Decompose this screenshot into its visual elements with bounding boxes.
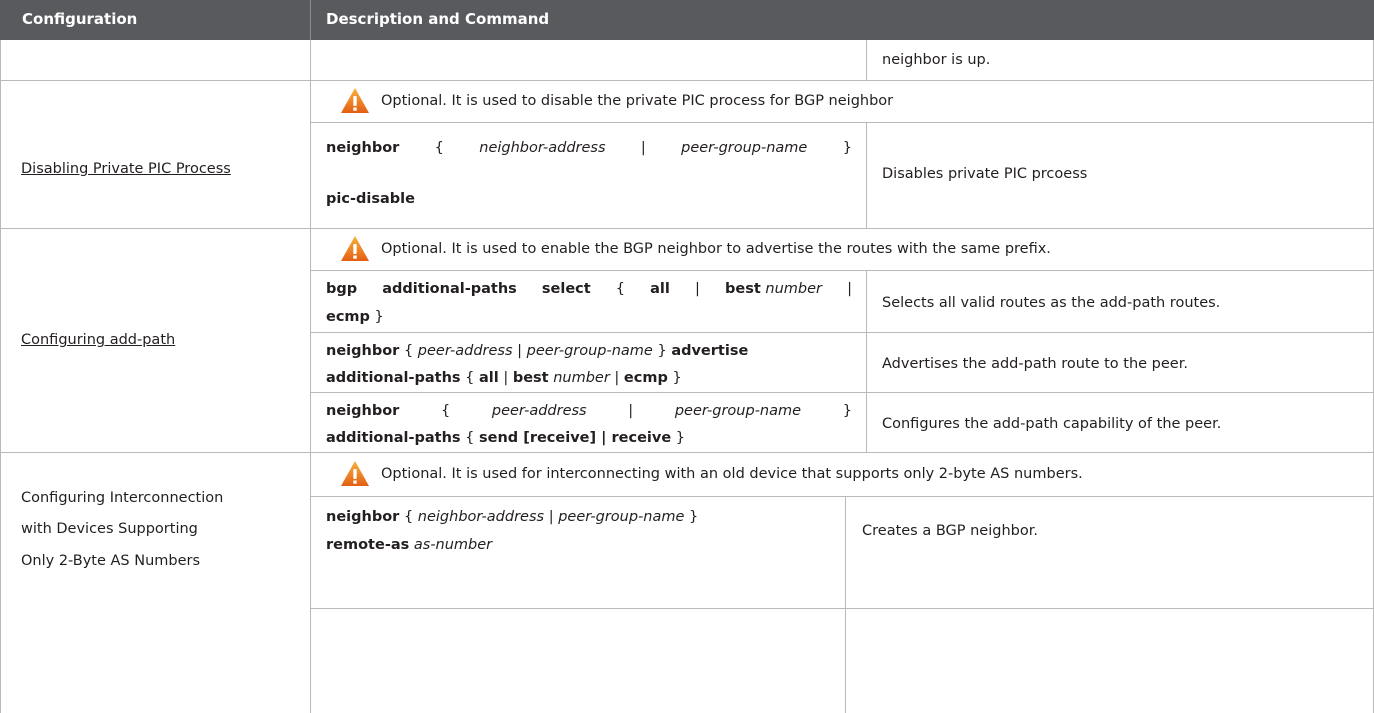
row0-description: neighbor is up. — [882, 52, 991, 68]
warning-icon — [341, 461, 369, 486]
add-path-cmd1-line2: ecmp } — [326, 309, 384, 325]
interconn-config-line1: Configuring Interconnection — [21, 490, 224, 506]
col-divider — [0, 40, 1, 713]
header-description: Description and Command — [326, 10, 550, 28]
link-configuring-add-path[interactable]: Configuring add-path — [21, 331, 175, 349]
pic-command-line1: neighbor { neighbor-address | peer-group… — [326, 140, 852, 156]
warning-icon — [341, 88, 369, 113]
add-path-cmd2-line2: additional-paths { all | best number | e… — [326, 370, 682, 386]
add-path-note: Optional. It is used to enable the BGP n… — [381, 241, 1051, 257]
row-divider — [310, 270, 1374, 271]
row-divider — [0, 452, 1374, 453]
interconn-cmd-line1: neighbor { neighbor-address | peer-group… — [326, 509, 699, 525]
col-divider — [866, 270, 867, 452]
header-divider — [310, 0, 311, 40]
add-path-cmd2-line1: neighbor { peer-address | peer-group-nam… — [326, 343, 749, 359]
pic-description: Disables private PIC prcoess — [882, 166, 1088, 182]
add-path-cmd2-description: Advertises the add-path route to the pee… — [882, 356, 1188, 372]
interconn-description: Creates a BGP neighbor. — [862, 523, 1038, 539]
add-path-cmd1-line1: bgp additional-paths select { all | best… — [326, 281, 852, 297]
row-divider — [310, 496, 1374, 497]
row-divider — [310, 608, 1374, 609]
interconn-note: Optional. It is used for interconnecting… — [381, 466, 1083, 482]
row-divider — [310, 122, 1374, 123]
row-divider — [310, 392, 1374, 393]
add-path-cmd3-description: Configures the add-path capability of th… — [882, 416, 1222, 432]
header-configuration: Configuration — [22, 10, 138, 28]
interconn-cmd-line2: remote-as as-number — [326, 537, 493, 553]
row-divider — [310, 332, 1374, 333]
add-path-cmd3-line1: neighbor { peer-address | peer-group-nam… — [326, 403, 852, 419]
interconn-config-line3: Only 2-Byte AS Numbers — [21, 553, 201, 569]
col-divider — [310, 40, 311, 713]
pic-command-line2: pic-disable — [326, 191, 415, 207]
row-divider — [0, 80, 1374, 81]
row-divider — [0, 228, 1374, 229]
col-divider — [866, 40, 867, 80]
interconn-config-line2: with Devices Supporting — [21, 521, 198, 537]
add-path-cmd3-line2: additional-paths { send [receive] | rece… — [326, 430, 686, 446]
add-path-cmd1-description: Selects all valid routes as the add-path… — [882, 295, 1221, 311]
col-divider — [866, 122, 867, 228]
pic-note: Optional. It is used to disable the priv… — [381, 93, 894, 109]
table-header: Configuration Description and Command — [0, 0, 1374, 40]
warning-icon — [341, 236, 369, 261]
link-disabling-private-pic[interactable]: Disabling Private PIC Process — [21, 160, 231, 178]
document-page: Configuration Description and Command ne… — [0, 0, 1374, 713]
